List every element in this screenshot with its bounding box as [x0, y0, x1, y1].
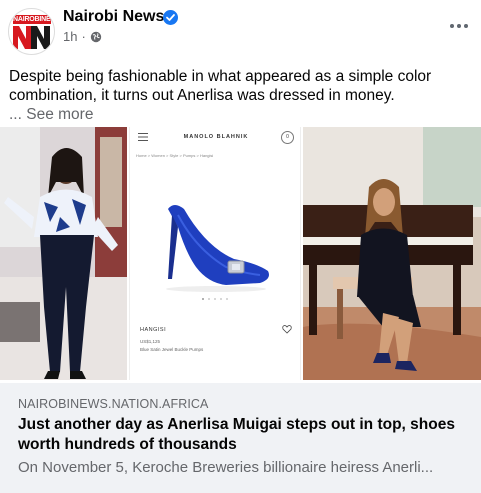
see-more-link[interactable]: See more: [26, 106, 93, 123]
meta-separator: ·: [81, 29, 86, 44]
nairobi-news-logo-icon: [13, 26, 50, 49]
blue-pump-shoe-image: [166, 205, 269, 292]
woman-at-piano-image: [303, 127, 481, 380]
link-domain: NAIROBINEWS.NATION.AFRICA: [18, 397, 209, 411]
see-more-prefix: ...: [9, 106, 22, 123]
caption-text: Despite being fashionable in what appear…: [9, 68, 432, 104]
heart-icon: [282, 325, 292, 334]
carousel-dots-icon: [202, 298, 228, 300]
hamburger-menu-icon: [138, 133, 148, 141]
link-headline[interactable]: Just another day as Anerlisa Muigai step…: [18, 415, 468, 455]
photo-left[interactable]: [0, 127, 127, 380]
product-page-topbar: MANOLO BLAHNIK 0: [130, 127, 300, 149]
page-avatar[interactable]: NAIROBINEWS: [8, 8, 55, 55]
verified-badge-icon: [163, 10, 178, 25]
product-brand: MANOLO BLAHNIK: [183, 134, 249, 140]
photo-right[interactable]: [303, 127, 481, 380]
post-caption: Despite being fashionable in what appear…: [9, 67, 471, 124]
globe-icon: [90, 31, 102, 42]
shopping-bag-icon: 0: [281, 131, 294, 144]
woman-blue-outfit-image: [0, 127, 127, 380]
product-breadcrumb: Home > Women > Style > Pumps > Hangisi: [136, 153, 214, 158]
link-description: On November 5, Keroche Breweries billion…: [18, 459, 434, 476]
post-meta: 1h ·: [63, 29, 102, 44]
product-price: US$1,125: [140, 339, 161, 344]
product-subtitle: Blue Satin Jewel Buckle Pumps: [140, 347, 204, 352]
more-options-icon[interactable]: [447, 18, 471, 34]
product-name: HANGISI: [140, 327, 167, 333]
link-preview[interactable]: NAIROBINEWS.NATION.AFRICA Just another d…: [0, 383, 481, 493]
page-name[interactable]: Nairobi News: [63, 8, 164, 26]
post-header: NAIROBINEWS Nairobi News 1h ·: [0, 0, 481, 60]
post-time[interactable]: 1h: [63, 29, 77, 44]
photo-product-page[interactable]: MANOLO BLAHNIK 0 Home > Women > Style > …: [129, 127, 301, 380]
post-image-grid[interactable]: MANOLO BLAHNIK 0 Home > Women > Style > …: [0, 127, 481, 380]
